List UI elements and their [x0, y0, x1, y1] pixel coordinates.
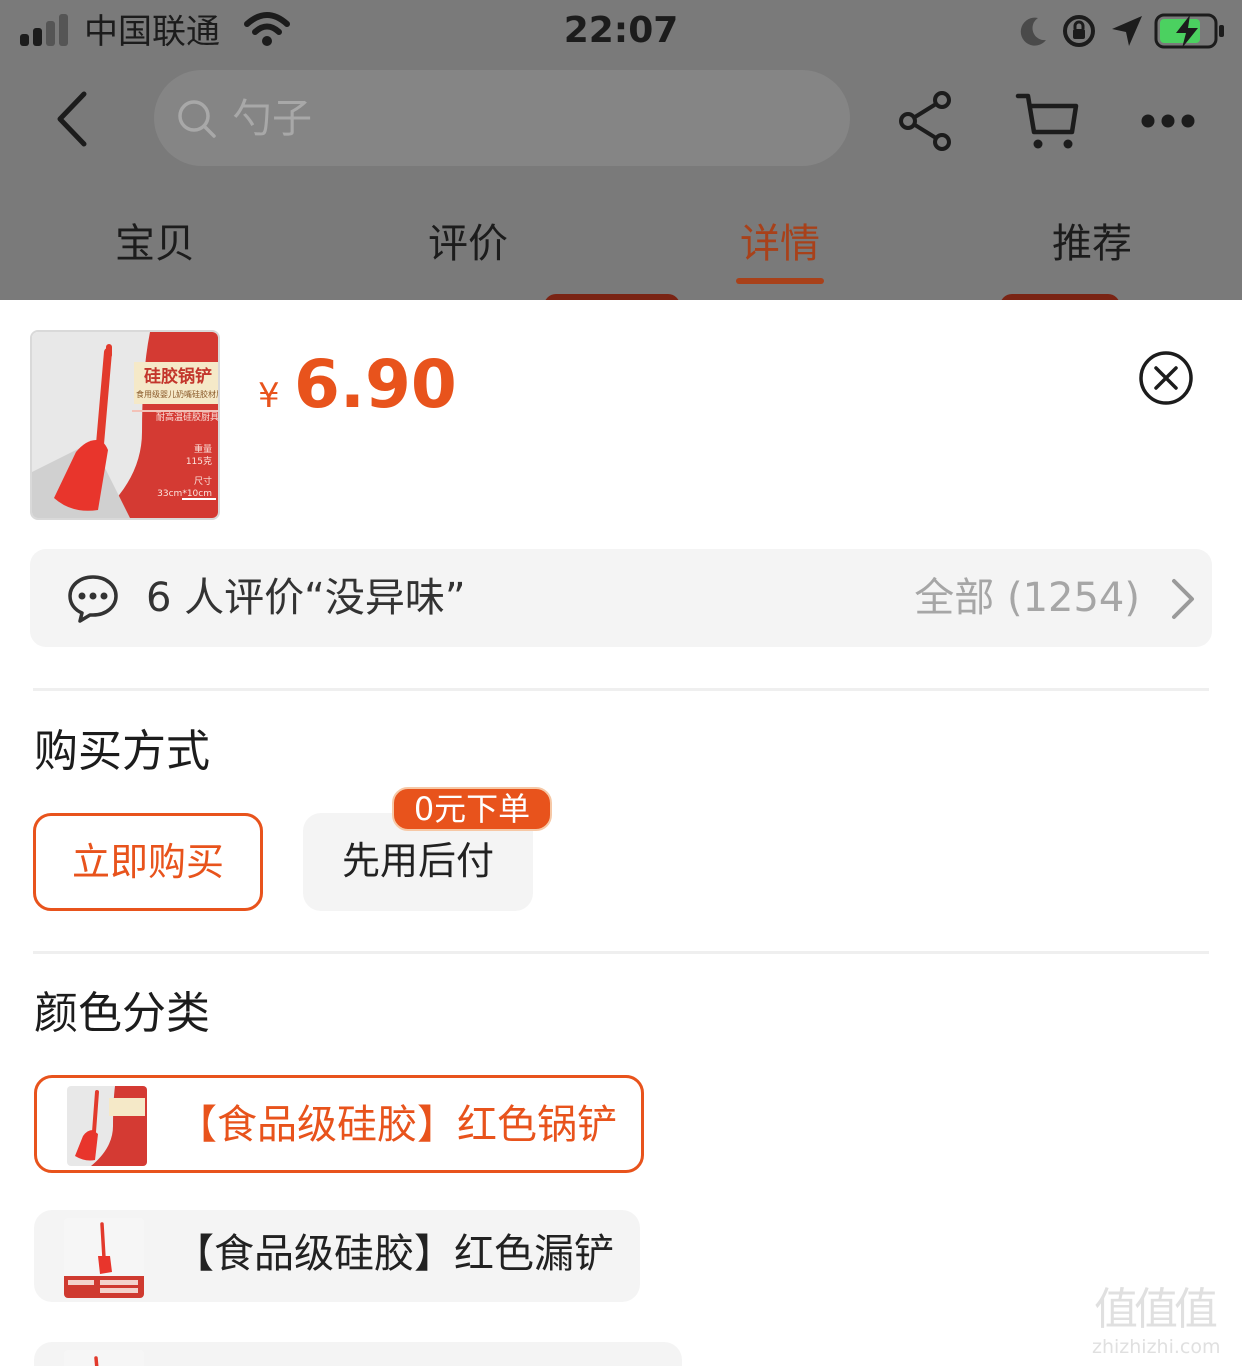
thumb-size-label: 尺寸 — [193, 477, 212, 487]
thumb-title: 硅胶锅铲 — [144, 367, 212, 387]
watermark-url: zhizhizhi.com — [1092, 1336, 1221, 1358]
thumb-weight-value: 115克 — [185, 457, 212, 467]
slotted-spatula-option-image — [64, 1218, 144, 1298]
option-thumbnail — [64, 1350, 144, 1366]
section-tabs: 宝贝 评价 详情 推荐 — [0, 200, 1242, 300]
buy-now-option[interactable]: 立即购买 — [33, 813, 263, 911]
color-option-label: 【食品级硅胶】红色漏铲 — [174, 1231, 614, 1277]
moon-icon — [1020, 17, 1046, 46]
location-arrow-icon — [1112, 16, 1142, 46]
sku-selection-sheet: 硅胶锅铲 食用级婴儿奶嘴硅胶材质 耐高温硅胶厨具 重量 115克 尺寸 33cm… — [0, 300, 1242, 1366]
thumb-weight-label: 重量 — [193, 445, 212, 455]
product-thumbnail[interactable]: 硅胶锅铲 食用级婴儿奶嘴硅胶材质 耐高温硅胶厨具 重量 115克 尺寸 33cm… — [30, 330, 220, 520]
clock: 22:07 — [563, 10, 679, 51]
top-nav: 勺子 — [0, 68, 1242, 168]
tab-recommend[interactable]: 推荐 — [1012, 216, 1172, 272]
review-summary-bar[interactable]: 6 人评价“没异味” 全部 (1254) — [30, 549, 1212, 647]
spatula-option-image — [64, 1350, 144, 1366]
tab-reviews[interactable]: 评价 — [388, 216, 548, 272]
option-thumbnail — [64, 1218, 144, 1298]
site-watermark: 值值值 zhizhizhi.com — [1092, 1282, 1240, 1366]
search-input[interactable]: 勺子 — [154, 70, 850, 166]
watermark-logo: 值值值 — [1094, 1284, 1218, 1335]
all-reviews-link[interactable]: 全部 (1254) — [914, 571, 1140, 625]
thumb-subtitle: 食用级婴儿奶嘴硅胶材质 — [136, 390, 220, 399]
color-option-red-slotted-spatula[interactable]: 【食品级硅胶】红色漏铲 — [34, 1210, 640, 1302]
thumb-feature: 耐高温硅胶厨具 — [156, 413, 220, 423]
active-tab-indicator — [736, 278, 824, 284]
color-option-partial[interactable] — [34, 1342, 682, 1366]
option-thumbnail — [67, 1086, 147, 1166]
tab-item[interactable]: 宝贝 — [75, 216, 235, 272]
close-icon[interactable] — [1138, 350, 1194, 406]
divider — [33, 688, 1209, 691]
cart-icon[interactable] — [1014, 90, 1082, 152]
chevron-right-icon — [1172, 579, 1194, 619]
battery-charging-icon — [1154, 13, 1224, 49]
purchase-method-title: 购买方式 — [34, 726, 210, 777]
tab-details[interactable]: 详情 — [700, 216, 860, 272]
status-bar: 中国联通 22:07 — [0, 0, 1242, 62]
search-placeholder: 勺子 — [232, 96, 312, 142]
share-icon[interactable] — [896, 90, 958, 152]
chat-bubble-icon — [68, 575, 118, 623]
dimmed-header: 中国联通 22:07 勺子 宝贝 评价 详情 推荐 — [0, 0, 1242, 300]
currency-symbol: ¥ — [258, 376, 280, 416]
zero-down-badge: 0元下单 — [392, 787, 552, 831]
more-icon[interactable] — [1140, 112, 1196, 130]
color-category-title: 颜色分类 — [34, 988, 210, 1039]
review-highlight: 6 人评价“没异味” — [146, 575, 466, 621]
color-option-label: 【食品级硅胶】红色锅铲 — [177, 1102, 617, 1148]
price-value: 6.90 — [294, 346, 457, 423]
rotation-lock-icon — [1063, 15, 1095, 47]
thumb-size-value: 33cm*10cm — [157, 489, 212, 499]
back-icon[interactable] — [50, 90, 100, 148]
divider — [33, 951, 1209, 954]
color-option-red-spatula[interactable]: 【食品级硅胶】红色锅铲 — [34, 1075, 644, 1173]
search-icon — [178, 100, 216, 138]
spatula-option-image — [67, 1086, 147, 1166]
